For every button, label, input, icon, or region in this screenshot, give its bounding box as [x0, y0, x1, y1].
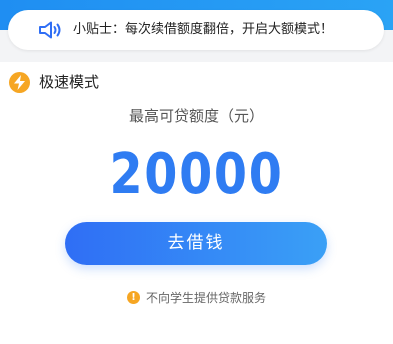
mode-label: 极速模式: [39, 73, 100, 91]
amount-value: 20000: [109, 142, 284, 207]
lightning-icon: [9, 72, 30, 93]
tip-banner[interactable]: 小贴士：每次续借额度翻倍，开启大额模式！: [8, 10, 384, 50]
amount-caption: 最高可贷额度（元）: [128, 107, 264, 125]
notice-text: 不向学生提供贷款服务: [145, 290, 266, 305]
borrow-button[interactable]: 去借钱: [65, 222, 327, 265]
notice-row: ! 不向学生提供贷款服务: [0, 289, 393, 305]
speaker-icon: [38, 21, 64, 39]
tip-text: 小贴士：每次续借额度翻倍，开启大额模式！: [73, 22, 334, 37]
warning-icon: !: [126, 290, 140, 304]
